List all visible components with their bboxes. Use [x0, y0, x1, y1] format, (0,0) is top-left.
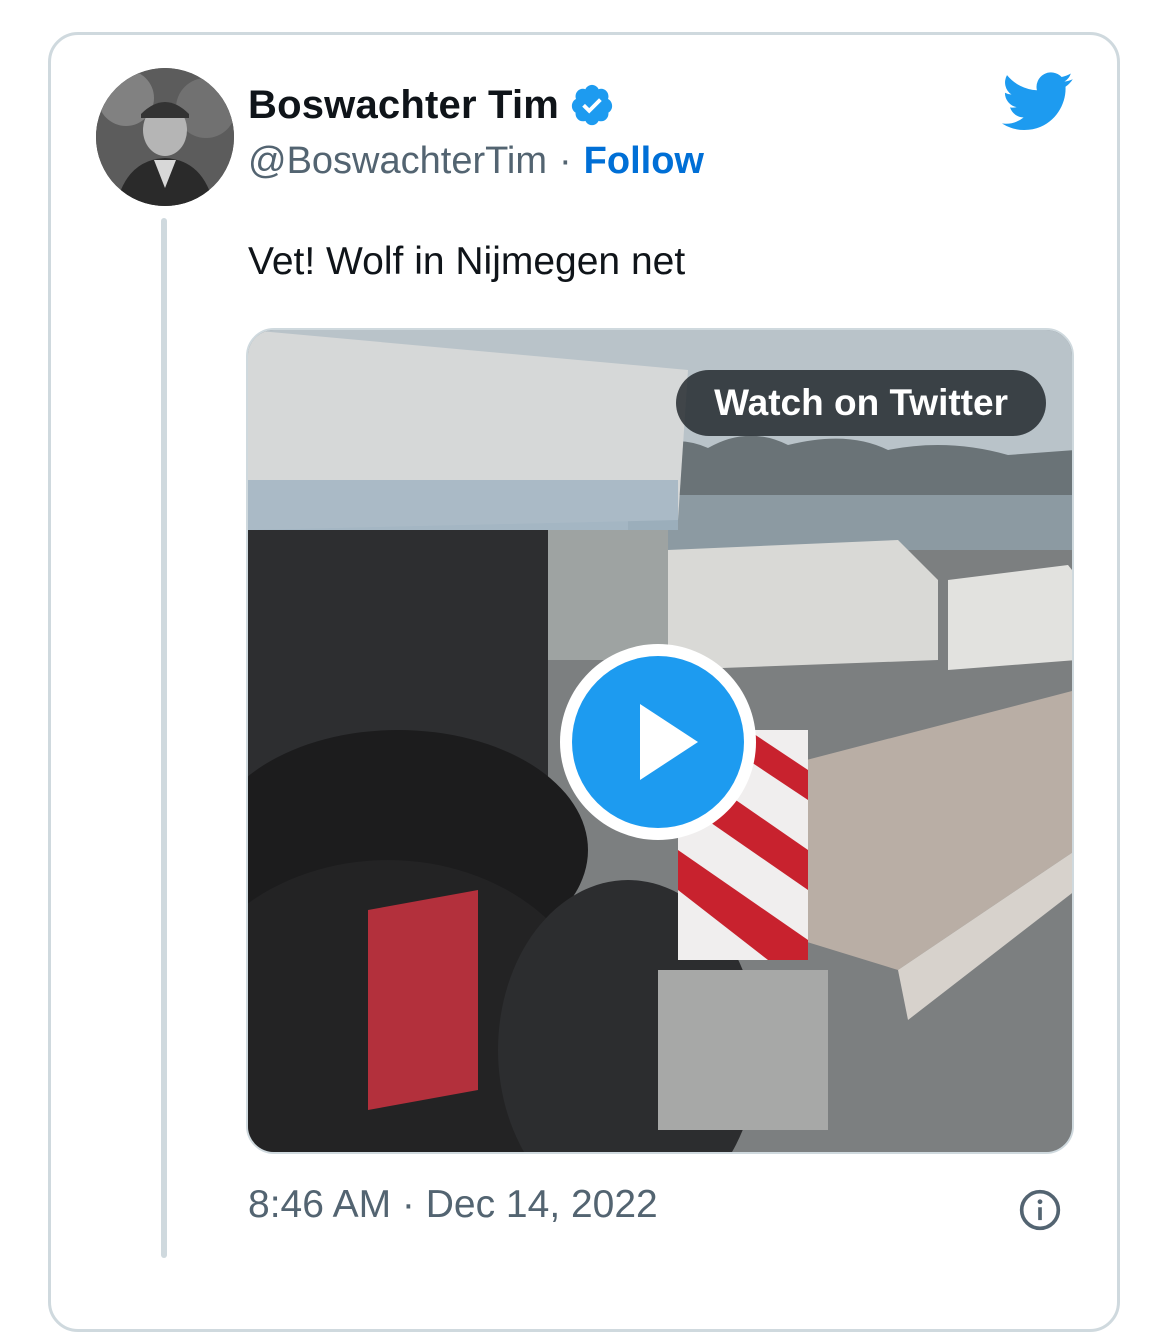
info-icon[interactable]: [1018, 1188, 1062, 1232]
twitter-bird-icon[interactable]: [1002, 72, 1074, 132]
handle[interactable]: @BoswachterTim: [248, 140, 547, 183]
thread-line: [161, 218, 167, 1258]
handle-row: @BoswachterTim · Follow: [248, 140, 704, 183]
display-name[interactable]: Boswachter Tim: [248, 83, 559, 128]
avatar[interactable]: [96, 68, 234, 206]
verified-badge-icon: [571, 84, 613, 126]
play-button[interactable]: [560, 644, 756, 840]
play-button-circle: [572, 656, 744, 828]
follow-button[interactable]: Follow: [584, 140, 704, 183]
tweet-text: Vet! Wolf in Nijmegen net: [248, 240, 686, 283]
separator-dot: ·: [559, 140, 572, 182]
video-thumbnail[interactable]: Watch on Twitter: [246, 328, 1074, 1154]
tweet-timestamp[interactable]: 8:46 AM · Dec 14, 2022: [248, 1183, 658, 1227]
play-icon: [640, 704, 698, 780]
watch-on-twitter-button[interactable]: Watch on Twitter: [676, 370, 1046, 436]
author-name-row: Boswachter Tim: [248, 82, 615, 128]
